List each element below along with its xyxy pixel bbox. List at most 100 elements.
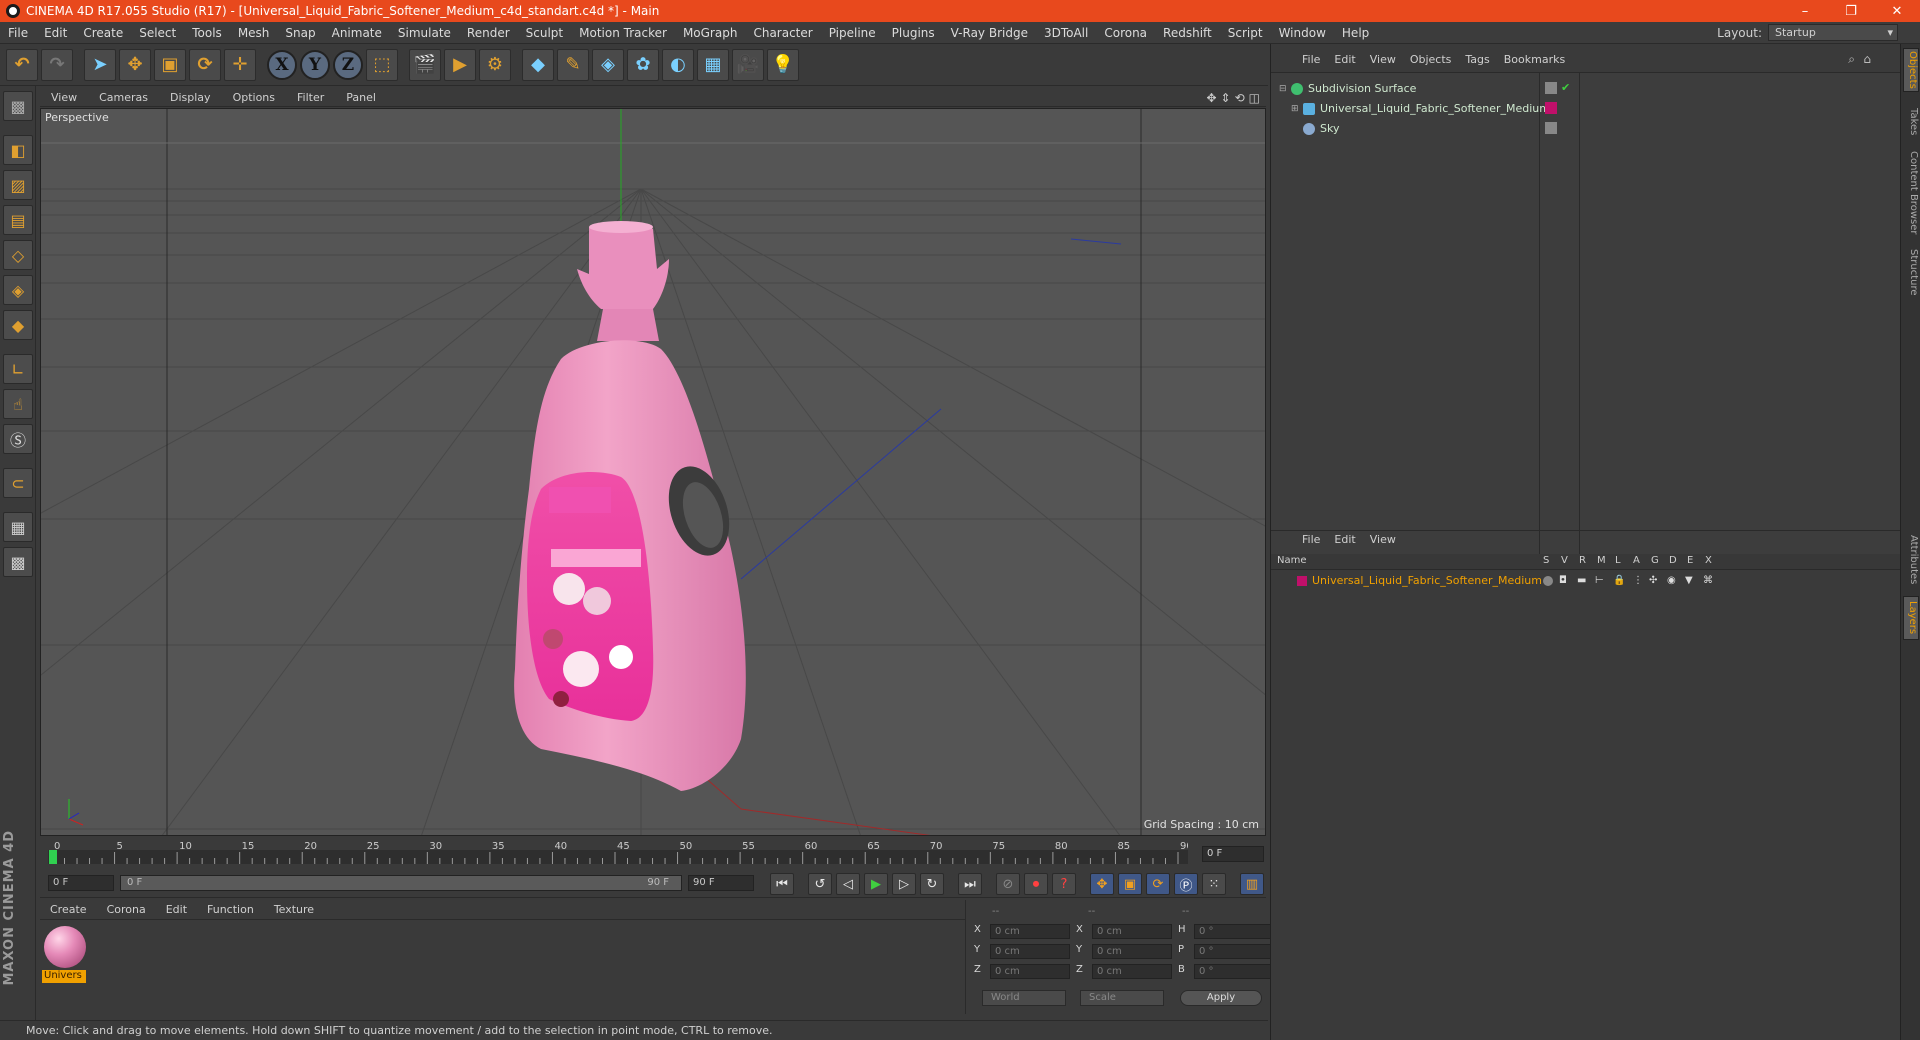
pen-spline-icon[interactable]: ✎ (557, 48, 589, 81)
make-editable-icon[interactable]: ▩ (3, 91, 33, 121)
coordinate-system-icon[interactable]: ⬚ (366, 48, 398, 81)
rotate-tool-icon[interactable]: ⟳ (189, 48, 221, 81)
tree-expand-icon[interactable]: ⊟ (1279, 84, 1291, 94)
y-axis-lock-icon[interactable]: Y (300, 49, 330, 80)
editor-visibility-icon[interactable] (1545, 82, 1557, 94)
rot-p-field[interactable]: 0 ° (1194, 944, 1274, 959)
array-generator-icon[interactable]: ✿ (627, 48, 659, 81)
material-menu-function[interactable]: Function (197, 903, 264, 916)
layer-row[interactable]: Universal_Liquid_Fabric_Softener_Medium … (1271, 572, 1901, 589)
menu-motion-tracker[interactable]: Motion Tracker (571, 26, 675, 40)
viewport-menu-panel[interactable]: Panel (335, 91, 387, 104)
layer-color-swatch[interactable] (1297, 575, 1307, 586)
menu-3dtoall[interactable]: 3DToAll (1036, 26, 1096, 40)
scale-tool-icon[interactable]: ▣ (154, 48, 186, 81)
apply-button[interactable]: Apply (1180, 990, 1262, 1006)
x-axis-lock-icon[interactable]: X (267, 49, 297, 80)
keyframe-selection-icon[interactable]: ? (1052, 873, 1076, 895)
model-mode-icon[interactable]: ◧ (3, 135, 33, 165)
menu-sculpt[interactable]: Sculpt (518, 26, 571, 40)
move-tool-icon[interactable]: ✥ (119, 48, 151, 81)
om-menu-file[interactable]: File (1295, 53, 1327, 66)
tab-takes[interactable]: Takes (1903, 104, 1919, 140)
size-mode-dropdown[interactable]: Scale (1080, 990, 1164, 1006)
om-search-icon[interactable]: ⌕ (1848, 52, 1855, 67)
menu-plugins[interactable]: Plugins (884, 26, 943, 40)
texture-mode-icon[interactable]: ▨ (3, 170, 33, 200)
xref-toggle-icon[interactable]: ⌘ (1703, 575, 1713, 586)
minimize-button[interactable]: – (1782, 0, 1828, 22)
menu-pipeline[interactable]: Pipeline (821, 26, 884, 40)
om-menu-objects[interactable]: Objects (1403, 53, 1459, 66)
points-mode-icon[interactable]: ◇ (3, 240, 33, 270)
object-row-sky[interactable]: Sky (1291, 119, 1920, 138)
menu-file[interactable]: File (0, 26, 36, 40)
go-to-next-key-icon[interactable]: ↻ (920, 873, 944, 895)
menu-character[interactable]: Character (745, 26, 820, 40)
lm-menu-edit[interactable]: Edit (1327, 533, 1362, 546)
polygons-mode-icon[interactable]: ◆ (3, 310, 33, 340)
deformers-toggle-icon[interactable]: ◉ (1667, 575, 1676, 586)
restore-button[interactable]: ❐ (1828, 0, 1874, 22)
play-forward-icon[interactable]: ▶ (864, 873, 888, 895)
previous-frame-icon[interactable]: ◁ (836, 873, 860, 895)
key-point-level-icon[interactable]: ⁙ (1202, 873, 1226, 895)
om-home-icon[interactable]: ⌂ (1863, 52, 1871, 66)
menu-tools[interactable]: Tools (184, 26, 230, 40)
menu-snap[interactable]: Snap (277, 26, 323, 40)
tweak-mode-icon[interactable]: ☝ (3, 389, 33, 419)
last-tool-icon[interactable]: ✛ (224, 48, 256, 81)
om-menu-tags[interactable]: Tags (1458, 53, 1496, 66)
expressions-toggle-icon[interactable]: ▼ (1685, 575, 1693, 586)
material-menu-edit[interactable]: Edit (156, 903, 197, 916)
timeline-ruler[interactable]: 051015202530354045505560657075808590 0 F (40, 840, 1266, 866)
close-button[interactable]: ✕ (1874, 0, 1920, 22)
om-menu-edit[interactable]: Edit (1327, 53, 1362, 66)
edit-render-settings-icon[interactable]: ⚙ (479, 48, 511, 81)
magnet-icon[interactable]: ⊂ (3, 468, 33, 498)
z-axis-lock-icon[interactable]: Z (333, 49, 363, 80)
timeline-window-icon[interactable]: ▥ (1240, 873, 1264, 895)
solo-toggle-icon[interactable] (1543, 575, 1553, 586)
rot-b-field[interactable]: 0 ° (1194, 964, 1274, 979)
axis-mode-icon[interactable]: ∟ (3, 354, 33, 384)
menu-simulate[interactable]: Simulate (390, 26, 459, 40)
object-row-subdivision-surface[interactable]: ⊟ Subdivision Surface (1279, 79, 1909, 98)
menu-window[interactable]: Window (1271, 26, 1334, 40)
render-to-picture-viewer-icon[interactable]: ▶ (444, 48, 476, 81)
viewport-menu-display[interactable]: Display (159, 91, 222, 104)
lm-menu-file[interactable]: File (1295, 533, 1327, 546)
rot-h-field[interactable]: 0 ° (1194, 924, 1274, 939)
object-row-softener[interactable]: ⊞ Universal_Liquid_Fabric_Softener_Mediu… (1291, 99, 1920, 118)
material-swatch[interactable]: Univers (42, 924, 88, 984)
menu-redshift[interactable]: Redshift (1155, 26, 1220, 40)
pos-z-field[interactable]: 0 cm (990, 964, 1070, 979)
render-view-icon[interactable]: 🎬 (409, 48, 441, 81)
redo-icon[interactable]: ↷ (41, 48, 73, 81)
zoom-icon[interactable]: ⇕ (1221, 91, 1231, 105)
preview-range-slider[interactable]: 0 F 90 F (120, 875, 682, 891)
viewport-menu-view[interactable]: View (40, 91, 88, 104)
enabled-check-icon[interactable]: ✔ (1561, 81, 1570, 94)
menu-mograph[interactable]: MoGraph (675, 26, 746, 40)
size-z-field[interactable]: 0 cm (1092, 964, 1172, 979)
start-frame-field[interactable]: 0 F (48, 875, 114, 891)
tab-structure[interactable]: Structure (1903, 244, 1919, 300)
tab-content-browser[interactable]: Content Browser (1903, 148, 1919, 238)
go-to-start-icon[interactable]: ⏮ (770, 873, 794, 895)
cube-object-icon[interactable]: ◆ (522, 48, 554, 81)
edges-mode-icon[interactable]: ◈ (3, 275, 33, 305)
orbit-icon[interactable]: ⟲ (1235, 91, 1245, 105)
go-to-previous-key-icon[interactable]: ↺ (808, 873, 832, 895)
menu-select[interactable]: Select (131, 26, 184, 40)
tab-layers[interactable]: Layers (1903, 596, 1919, 640)
workplane-mode-icon[interactable]: ▤ (3, 205, 33, 235)
material-menu-corona[interactable]: Corona (97, 903, 156, 916)
manager-toggle-icon[interactable]: ⊢ (1595, 575, 1604, 586)
tab-objects[interactable]: Objects (1903, 48, 1919, 92)
menu-animate[interactable]: Animate (324, 26, 390, 40)
pos-x-field[interactable]: 0 cm (990, 924, 1070, 939)
undo-icon[interactable]: ↶ (6, 48, 38, 81)
material-menu-texture[interactable]: Texture (264, 903, 324, 916)
camera-icon[interactable]: 🎥 (732, 48, 764, 81)
